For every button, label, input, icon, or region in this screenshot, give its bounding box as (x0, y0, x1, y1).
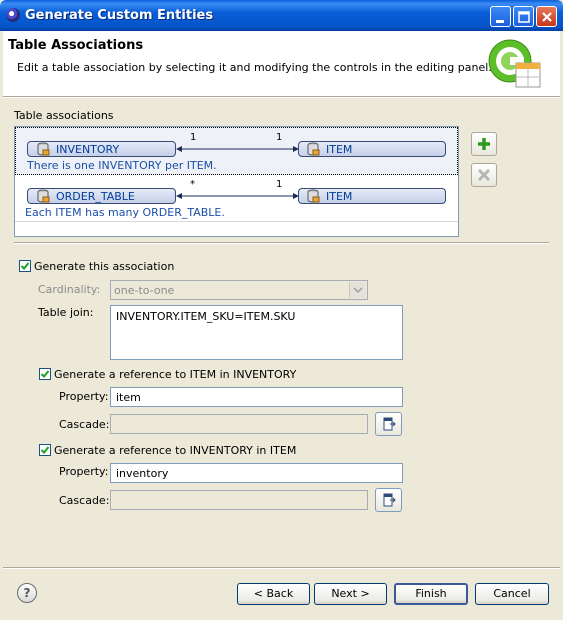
close-icon (542, 12, 552, 22)
cascade-browse-button[interactable] (375, 412, 402, 436)
cascade-label: Cascade: (59, 418, 110, 431)
cardinality-label: Cardinality: (38, 283, 101, 296)
editor-separator (14, 242, 549, 244)
checkmark-icon (20, 262, 30, 270)
cardinality-value: one-to-one (114, 284, 175, 297)
page-title: Table Associations (8, 38, 144, 53)
add-association-button[interactable] (471, 132, 497, 156)
table-icon (37, 142, 50, 156)
property-label: Property: (59, 390, 109, 403)
plus-icon (478, 138, 490, 150)
remove-association-button[interactable] (471, 163, 497, 187)
maximize-button[interactable] (513, 6, 534, 27)
minimize-icon (496, 20, 504, 23)
entity-label-order-table: ORDER_TABLE (56, 190, 135, 203)
cascade-input-item[interactable] (110, 414, 368, 434)
help-icon: ? (23, 586, 31, 600)
help-button[interactable]: ? (17, 583, 37, 603)
property-input-inventory[interactable]: inventory (110, 463, 403, 483)
generate-ref-item-label: Generate a reference to ITEM in INVENTOR… (54, 368, 297, 381)
table-icon (307, 142, 320, 156)
table-join-value: INVENTORY.ITEM_SKU=ITEM.SKU (116, 310, 296, 323)
close-button[interactable] (536, 6, 557, 27)
cascade-label: Cascade: (59, 494, 110, 507)
chevron-down-icon (353, 287, 363, 294)
left-cardinality: 1 (190, 132, 197, 143)
generate-association-checkbox[interactable] (19, 260, 31, 272)
association-description: There is one INVENTORY per ITEM. (27, 159, 217, 172)
footer-separator (3, 567, 560, 569)
checkmark-icon (40, 370, 50, 378)
page-description: Edit a table association by selecting it… (17, 61, 492, 74)
table-icon (307, 189, 320, 203)
right-cardinality: 1 (276, 179, 283, 190)
browse-icon (383, 417, 396, 431)
back-button[interactable]: < Back (237, 583, 310, 605)
dropdown-button[interactable] (349, 282, 366, 298)
finish-button[interactable]: Finish (394, 583, 468, 605)
property-label: Property: (59, 465, 109, 478)
property-input-item[interactable]: item (110, 387, 403, 407)
browse-icon (383, 493, 396, 507)
maximize-icon (518, 11, 530, 23)
association-arrow (176, 193, 299, 199)
checkmark-icon (40, 446, 50, 454)
list-divider (15, 221, 458, 222)
cascade-input-inventory[interactable] (110, 490, 368, 510)
entity-label-item: ITEM (326, 143, 353, 156)
cancel-button[interactable]: Cancel (475, 583, 549, 605)
eclipse-icon (6, 8, 20, 22)
generate-ref-inventory-label: Generate a reference to INVENTORY in ITE… (54, 444, 297, 457)
property-value: item (116, 391, 141, 404)
banner-separator (3, 96, 560, 98)
wizard-logo-icon (488, 39, 541, 88)
associations-label: Table associations (14, 109, 114, 122)
left-cardinality: * (190, 179, 195, 190)
entity-box-item[interactable] (298, 188, 446, 204)
generate-association-label: Generate this association (34, 260, 175, 273)
table-join-label: Table join: (38, 306, 94, 319)
minimize-button[interactable] (490, 6, 511, 27)
entity-box-item[interactable] (298, 141, 446, 157)
generate-ref-item-checkbox[interactable] (39, 368, 51, 380)
entity-label-item: ITEM (326, 190, 353, 203)
table-join-textarea[interactable]: INVENTORY.ITEM_SKU=ITEM.SKU (110, 305, 403, 360)
right-cardinality: 1 (276, 132, 283, 143)
association-arrow (176, 146, 299, 152)
window-title: Generate Custom Entities (25, 8, 214, 23)
entity-label-inventory: INVENTORY (56, 143, 120, 156)
table-icon (37, 189, 50, 203)
association-description: Each ITEM has many ORDER_TABLE. (25, 206, 225, 219)
property-value: inventory (116, 467, 169, 480)
generate-ref-inventory-checkbox[interactable] (39, 444, 51, 456)
delete-icon (477, 168, 491, 182)
cascade-browse-button[interactable] (375, 488, 402, 512)
cardinality-select[interactable]: one-to-one (110, 280, 368, 300)
next-button[interactable]: Next > (314, 583, 387, 605)
